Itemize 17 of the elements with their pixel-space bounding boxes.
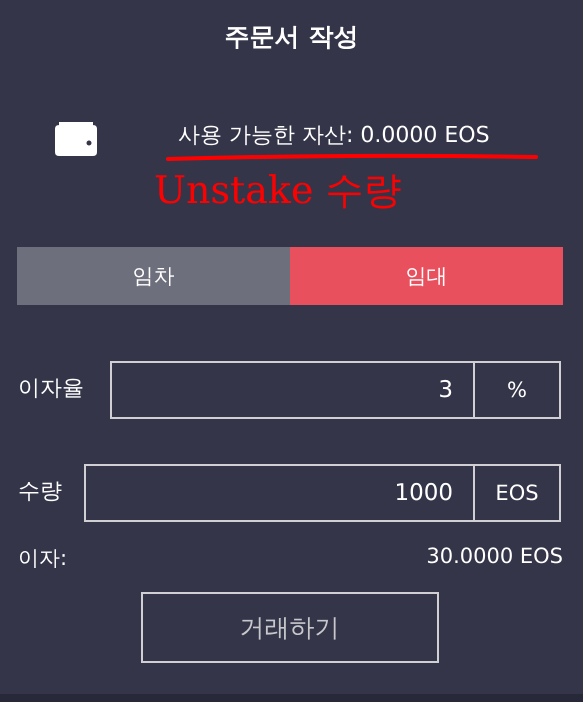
- available-balance: 사용 가능한 자산: 0.0000 EOS: [178, 122, 490, 150]
- unit-label: %: [506, 377, 528, 404]
- interest-value: 30.0000 EOS: [426, 544, 563, 570]
- field-value: 3: [112, 363, 475, 417]
- field-label: 이자율: [18, 375, 85, 403]
- form-title: 주문서 작성: [224, 21, 360, 53]
- input-field[interactable]: 1000 EOS: [84, 464, 561, 522]
- interest-label: 이자:: [18, 545, 68, 572]
- wallet-icon: [55, 122, 97, 156]
- trade-button[interactable]: 거래하기: [140, 592, 438, 663]
- tab[interactable]: 임대: [290, 247, 563, 305]
- input-field[interactable]: 3 %: [110, 361, 561, 419]
- unit-label: EOS: [494, 480, 540, 507]
- field-value: 1000: [86, 466, 475, 520]
- field-label: 수량: [18, 478, 63, 506]
- tab[interactable]: 임차: [17, 247, 290, 305]
- handwritten-note: Unstake 수량: [153, 167, 403, 214]
